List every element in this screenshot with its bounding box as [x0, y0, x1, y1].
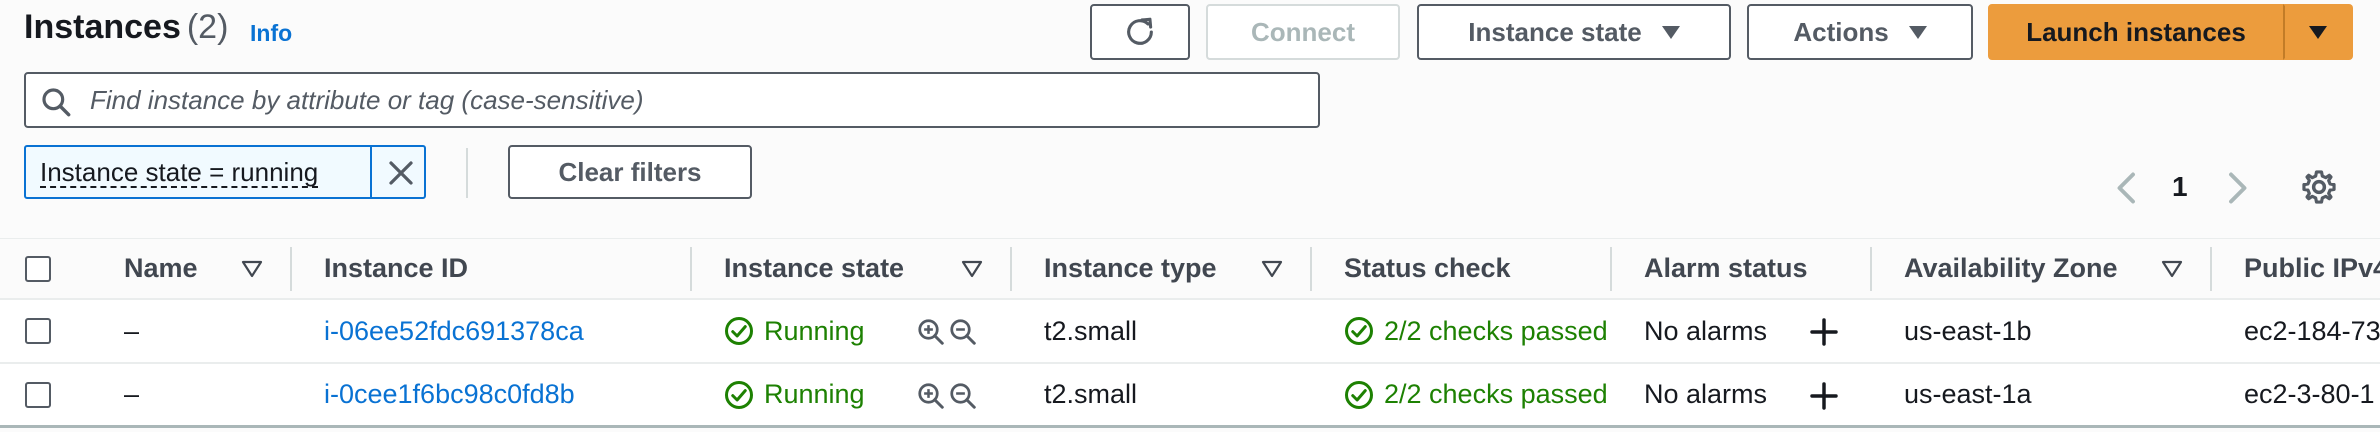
- caret-down-icon: [1908, 25, 1927, 39]
- refresh-icon: [1127, 17, 1153, 45]
- refresh-button[interactable]: [1090, 4, 1190, 60]
- column-header-public-ipv4[interactable]: Public IPv4: [2244, 239, 2380, 298]
- cell-instance-state: Running: [724, 300, 865, 362]
- current-page[interactable]: 1: [2172, 171, 2188, 203]
- sort-icon[interactable]: [2160, 259, 2184, 279]
- column-divider[interactable]: [1010, 247, 1012, 291]
- success-icon: [725, 317, 753, 345]
- search-input[interactable]: [90, 80, 1300, 120]
- cell-instance-type: t2.small: [1044, 379, 1138, 409]
- instance-state-dropdown[interactable]: Instance state: [1417, 4, 1731, 60]
- caret-down-icon: [2309, 25, 2327, 39]
- cell-availability-zone: us-east-1b: [1904, 315, 2032, 346]
- close-icon[interactable]: [386, 158, 416, 188]
- table-header: Name Instance ID Instance state Instance…: [0, 238, 2380, 300]
- success-icon: [1345, 380, 1373, 409]
- column-header-instance-id[interactable]: Instance ID: [324, 239, 468, 298]
- actions-label: Actions: [1793, 16, 1889, 47]
- instance-id-link[interactable]: i-06ee52fdc691378ca: [324, 300, 584, 362]
- cell-alarm-status: No alarms: [1644, 379, 1768, 409]
- filter-divider: [466, 148, 468, 198]
- column-divider[interactable]: [690, 247, 692, 291]
- filter-token-label[interactable]: Instance state = running: [40, 158, 319, 188]
- cell-status-check: 2/2 checks passed: [1344, 300, 1614, 362]
- cell-status-check: 2/2 checks passed: [1344, 364, 1614, 425]
- sort-icon[interactable]: [240, 259, 264, 279]
- zoom-out-icon[interactable]: [948, 317, 978, 347]
- column-header-instance-state[interactable]: Instance state: [724, 239, 904, 298]
- instance-count: (2): [186, 8, 229, 46]
- connect-button[interactable]: Connect: [1206, 4, 1400, 60]
- column-header-status-check[interactable]: Status check: [1344, 239, 1511, 298]
- filter-token-divider: [370, 147, 372, 197]
- cell-availability-zone: us-east-1a: [1904, 379, 2032, 409]
- filter-token[interactable]: Instance state = running: [24, 145, 426, 199]
- zoom-in-icon[interactable]: [916, 381, 946, 411]
- column-header-alarm-status[interactable]: Alarm status: [1644, 239, 1808, 298]
- launch-instances-dropdown[interactable]: [2283, 4, 2353, 60]
- zoom-in-icon[interactable]: [916, 317, 946, 347]
- chevron-right-icon[interactable]: [2222, 170, 2252, 206]
- column-divider[interactable]: [1870, 247, 1872, 291]
- instance-state-text: Running: [764, 315, 865, 346]
- gear-icon[interactable]: [2300, 168, 2338, 206]
- clear-filters-button[interactable]: Clear filters: [508, 145, 752, 199]
- instances-page: Instances (2) Info Connect Instance state…: [0, 0, 2380, 432]
- sort-icon[interactable]: [960, 259, 984, 279]
- page-header: Instances (2) Info Connect Instance state…: [0, 0, 2380, 64]
- instance-state-label: Instance state: [1468, 16, 1642, 47]
- row-checkbox[interactable]: [25, 318, 51, 344]
- column-divider[interactable]: [2210, 247, 2212, 291]
- row-checkbox[interactable]: [25, 382, 51, 408]
- actions-dropdown[interactable]: Actions: [1747, 4, 1973, 60]
- success-icon: [1345, 317, 1373, 345]
- cell-public-ipv4: ec2-3-80-1: [2244, 379, 2375, 409]
- zoom-out-icon[interactable]: [948, 381, 978, 411]
- select-all-checkbox[interactable]: [25, 256, 51, 282]
- cell-public-ipv4: ec2-184-73: [2244, 315, 2380, 346]
- page-title-text: Instances: [24, 8, 181, 46]
- caret-down-icon: [1661, 25, 1680, 39]
- column-divider[interactable]: [290, 247, 292, 291]
- status-check-text: 2/2 checks passed: [1384, 315, 1608, 346]
- cell-instance-type: t2.small: [1044, 315, 1138, 346]
- cell-instance-state: Running: [724, 364, 865, 425]
- info-link[interactable]: Info: [250, 20, 292, 47]
- search-icon: [42, 88, 71, 117]
- table-row[interactable]: – i-06ee52fdc691378ca Running t2.small 2…: [0, 300, 2380, 364]
- cell-name: –: [124, 379, 140, 409]
- success-icon: [725, 380, 753, 409]
- column-divider[interactable]: [1310, 247, 1312, 291]
- chevron-left-icon[interactable]: [2112, 170, 2142, 206]
- instance-id-link[interactable]: i-0cee1f6bc98c0fd8b: [324, 364, 575, 425]
- column-header-availability-zone[interactable]: Availability Zone: [1904, 239, 2118, 298]
- page-title: Instances (2): [24, 8, 228, 47]
- add-alarm-plus-icon[interactable]: [1808, 380, 1840, 412]
- table-row[interactable]: – i-0cee1f6bc98c0fd8b Running t2.small 2…: [0, 364, 2380, 428]
- status-check-text: 2/2 checks passed: [1384, 379, 1608, 409]
- cell-alarm-status: No alarms: [1644, 315, 1768, 346]
- cell-name: –: [124, 315, 140, 346]
- search-bar[interactable]: [24, 72, 1320, 128]
- launch-instances-button[interactable]: Launch instances: [1988, 4, 2284, 60]
- sort-icon[interactable]: [1260, 259, 1284, 279]
- column-header-instance-type[interactable]: Instance type: [1044, 239, 1217, 298]
- column-header-name[interactable]: Name: [124, 239, 198, 298]
- instance-state-text: Running: [764, 379, 865, 409]
- column-divider[interactable]: [1610, 247, 1612, 291]
- add-alarm-plus-icon[interactable]: [1808, 316, 1840, 348]
